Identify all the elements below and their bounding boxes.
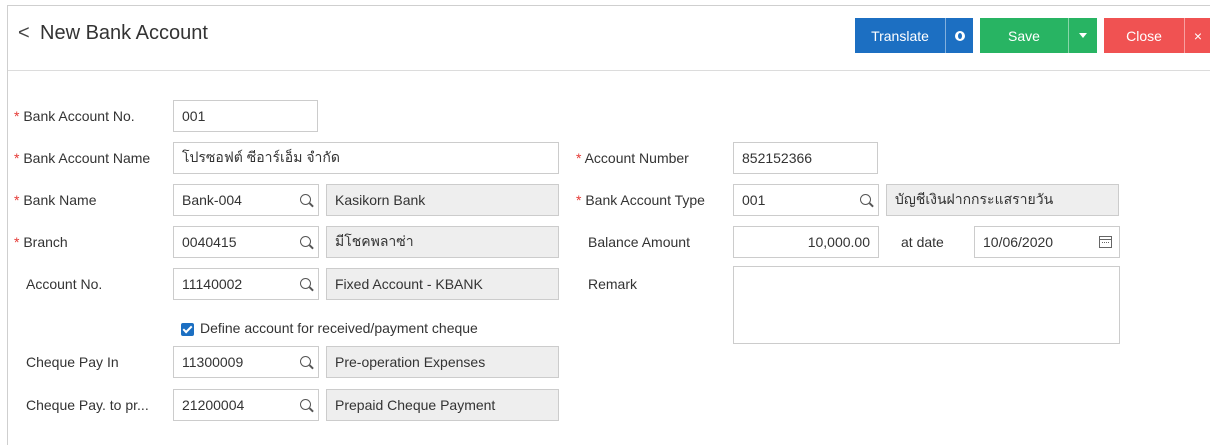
page-header: < New Bank Account Translate Save Close … [8, 6, 1210, 71]
at-date-input[interactable]: 10/06/2020 [974, 226, 1120, 258]
input-value: Pre-operation Expenses [335, 354, 486, 370]
balance-amount-label: Balance Amount [588, 234, 690, 250]
branch-code-input[interactable]: 0040415 [173, 226, 319, 258]
define-cheque-checkbox[interactable] [181, 323, 194, 336]
cheque-pay-in-description: Pre-operation Expenses [326, 346, 559, 378]
remark-label: Remark [588, 276, 638, 292]
translate-button[interactable]: Translate [855, 18, 973, 53]
close-x-icon[interactable]: × [1184, 18, 1210, 53]
save-button-label[interactable]: Save [980, 18, 1068, 53]
input-value: 001 [742, 192, 766, 208]
translate-button-label[interactable]: Translate [855, 18, 945, 53]
at-date-label: at date [901, 234, 944, 250]
search-icon[interactable] [300, 356, 311, 367]
cheque-pay-to-label: Cheque Pay. to pr... [26, 397, 149, 413]
branch-description: มีโชคพลาซ่า [326, 226, 559, 258]
globe-icon[interactable] [945, 18, 973, 53]
branch-label: * Branch [14, 234, 68, 250]
input-value: มีโชคพลาซ่า [335, 233, 414, 249]
input-value: 11140002 [182, 276, 243, 292]
calendar-icon[interactable] [1099, 236, 1112, 248]
cheque-pay-to-code-input[interactable]: 21200004 [173, 389, 319, 421]
bank-name-description: Kasikorn Bank [326, 184, 559, 216]
bank-account-type-label: * Bank Account Type [576, 192, 705, 208]
required-marker: * [14, 108, 20, 124]
save-button[interactable]: Save [980, 18, 1097, 53]
bank-account-name-input[interactable]: โปรซอฟต์ ซีอาร์เอ็ม จำกัด [173, 142, 559, 174]
input-value: 852152366 [742, 150, 813, 166]
search-icon[interactable] [860, 194, 871, 205]
bank-account-type-code-input[interactable]: 001 [733, 184, 879, 216]
input-value: 11300009 [182, 354, 244, 370]
account-no-description: Fixed Account - KBANK [326, 268, 559, 300]
balance-amount-input[interactable]: 10,000.00 [733, 226, 879, 258]
label-text: Bank Name [23, 192, 97, 208]
bank-account-no-label: * Bank Account No. [14, 108, 135, 124]
back-chevron-icon[interactable]: < [18, 22, 30, 45]
cheque-pay-to-description: Prepaid Cheque Payment [326, 389, 559, 421]
required-marker: * [576, 192, 582, 208]
input-value: 001 [182, 108, 206, 124]
account-no-label: Account No. [26, 276, 103, 292]
label-text: Bank Account Type [585, 192, 705, 208]
required-marker: * [14, 150, 20, 166]
bank-account-type-description: บัญชีเงินฝากกระแสรายวัน [886, 184, 1119, 216]
save-dropdown-chevron-icon[interactable] [1068, 18, 1097, 53]
label-text: Account Number [584, 150, 689, 166]
input-value: Prepaid Cheque Payment [335, 397, 496, 413]
label-text: Bank Account Name [23, 150, 151, 166]
account-no-code-input[interactable]: 11140002 [173, 268, 319, 300]
account-number-input[interactable]: 852152366 [733, 142, 878, 174]
input-value: 10,000.00 [807, 234, 870, 250]
bank-account-form-window: < New Bank Account Translate Save Close … [7, 5, 1210, 445]
close-button-label[interactable]: Close [1104, 18, 1184, 53]
required-marker: * [576, 150, 582, 166]
input-value: Kasikorn Bank [335, 192, 426, 208]
input-value: 10/06/2020 [983, 234, 1054, 250]
input-value: 0040415 [182, 234, 237, 250]
required-marker: * [14, 192, 20, 208]
bank-account-no-input[interactable]: 001 [173, 100, 318, 132]
remark-textarea[interactable] [733, 266, 1120, 344]
bank-account-name-label: * Bank Account Name [14, 150, 150, 166]
bank-name-code-input[interactable]: Bank-004 [173, 184, 319, 216]
input-value: 21200004 [182, 397, 245, 413]
input-value: โปรซอฟต์ ซีอาร์เอ็ม จำกัด [182, 149, 340, 165]
search-icon[interactable] [300, 236, 311, 247]
search-icon[interactable] [300, 278, 311, 289]
cheque-pay-in-label: Cheque Pay In [26, 354, 119, 370]
required-marker: * [14, 234, 20, 250]
input-value: Bank-004 [182, 192, 242, 208]
input-value: Fixed Account - KBANK [335, 276, 483, 292]
close-button[interactable]: Close × [1104, 18, 1210, 53]
cheque-pay-in-code-input[interactable]: 11300009 [173, 346, 319, 378]
label-text: Bank Account No. [23, 108, 135, 124]
label-text: Branch [23, 234, 68, 250]
search-icon[interactable] [300, 399, 311, 410]
account-number-label: * Account Number [576, 150, 689, 166]
input-value: บัญชีเงินฝากกระแสรายวัน [895, 191, 1054, 207]
bank-name-label: * Bank Name [14, 192, 97, 208]
search-icon[interactable] [300, 194, 311, 205]
define-cheque-label[interactable]: Define account for received/payment cheq… [200, 320, 478, 336]
page-title: New Bank Account [40, 22, 208, 44]
